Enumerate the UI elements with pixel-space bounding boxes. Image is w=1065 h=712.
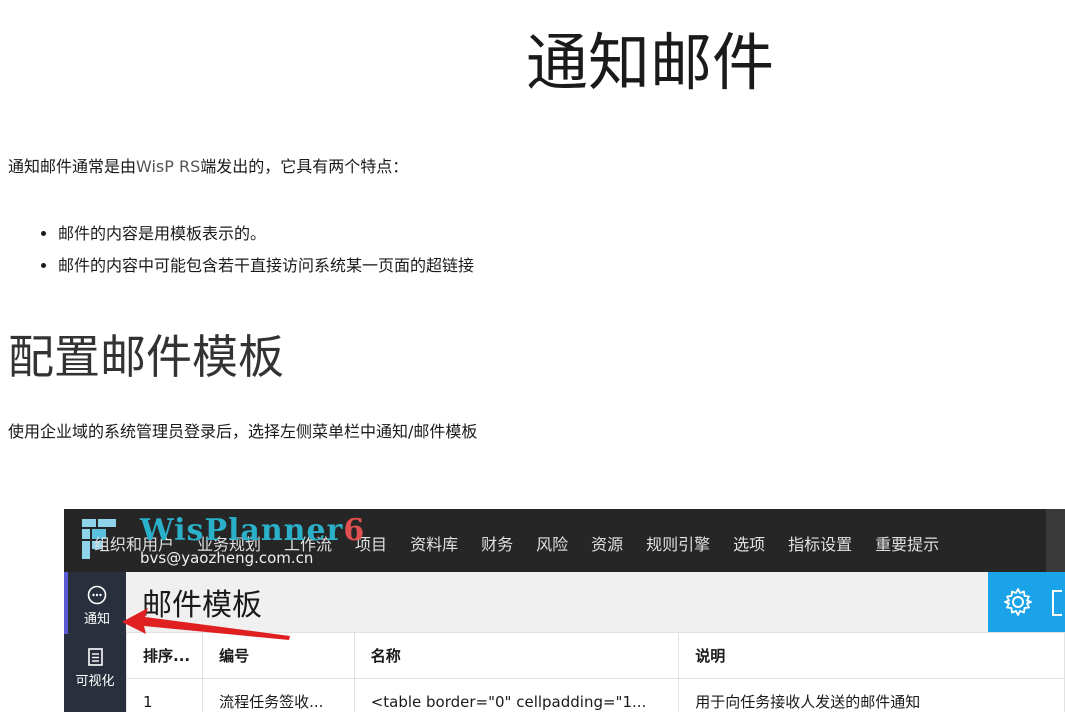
nav-item-library[interactable]: 资料库	[410, 531, 458, 555]
page-title: 通知邮件	[525, 26, 774, 99]
table-cell: 流程任务签收...	[202, 678, 355, 712]
list-item: 邮件的内容中可能包含若干直接访问系统某一页面的超链接	[58, 250, 474, 282]
sidebar-item-label: 通知	[83, 612, 110, 627]
intro-suffix: 端发出的，它具有两个特点：	[200, 157, 409, 176]
document-icon	[88, 648, 103, 666]
nav-item-risk[interactable]: 风险	[536, 531, 568, 555]
logo-version: 6	[343, 513, 366, 548]
user-email: bvs@yaozheng.com.cn	[140, 549, 314, 567]
gear-icon	[1004, 588, 1032, 616]
column-header-name[interactable]: 名称	[353, 632, 680, 679]
sidebar-item-label: 可视化	[75, 674, 115, 689]
column-header-description[interactable]: 说明	[678, 632, 1065, 679]
nav-item-rule-engine[interactable]: 规则引擎	[646, 531, 710, 555]
app-sidebar: 通知 可视化	[64, 572, 126, 712]
intro-prefix: 通知邮件通常是由	[8, 157, 137, 176]
topbar-edge	[1046, 509, 1065, 572]
sidebar-item-notify[interactable]: 通知	[64, 572, 126, 634]
table-cell: 1	[125, 678, 204, 712]
nav-item-finance[interactable]: 财务	[481, 531, 513, 555]
toolbar-edge-button[interactable]	[1048, 572, 1065, 632]
chat-icon	[87, 585, 107, 605]
feature-list: 邮件的内容是用模板表示的。 邮件的内容中可能包含若干直接访问系统某一页面的超链接	[28, 218, 474, 282]
intro-paragraph: 通知邮件通常是由WisP RS端发出的，它具有两个特点：	[8, 155, 408, 179]
nav-item-important-notes[interactable]: 重要提示	[875, 531, 939, 555]
app-logo: WisPlanner6	[140, 513, 365, 548]
section-title: 配置邮件模板	[8, 330, 284, 384]
list-item: 邮件的内容是用模板表示的。	[58, 218, 474, 250]
nav-item-resource[interactable]: 资源	[591, 531, 623, 555]
table-cell: <table border="0" cellpadding="1...	[353, 678, 680, 712]
table-cell: 用于向任务接收人发送的邮件通知	[678, 678, 1065, 712]
sidebar-item-visualization[interactable]: 可视化	[64, 634, 126, 696]
nav-item-options[interactable]: 选项	[733, 531, 765, 555]
logo-name: WisPlanner	[140, 513, 344, 548]
table-row[interactable]: 1 流程任务签收... <table border="0" cellpaddin…	[125, 678, 1065, 712]
red-arrow-annotation	[122, 608, 290, 640]
intro-brand: WisP RS	[136, 157, 201, 176]
instructions-paragraph: 使用企业域的系统管理员登录后，选择左侧菜单栏中通知/邮件模板	[8, 422, 478, 441]
app-topbar: 组织和用户 业务规划 工作流 项目 资料库 财务 风险 资源 规则引擎 选项 指…	[64, 509, 1065, 572]
settings-button[interactable]	[988, 572, 1048, 632]
nav-item-metric-settings[interactable]: 指标设置	[788, 531, 852, 555]
